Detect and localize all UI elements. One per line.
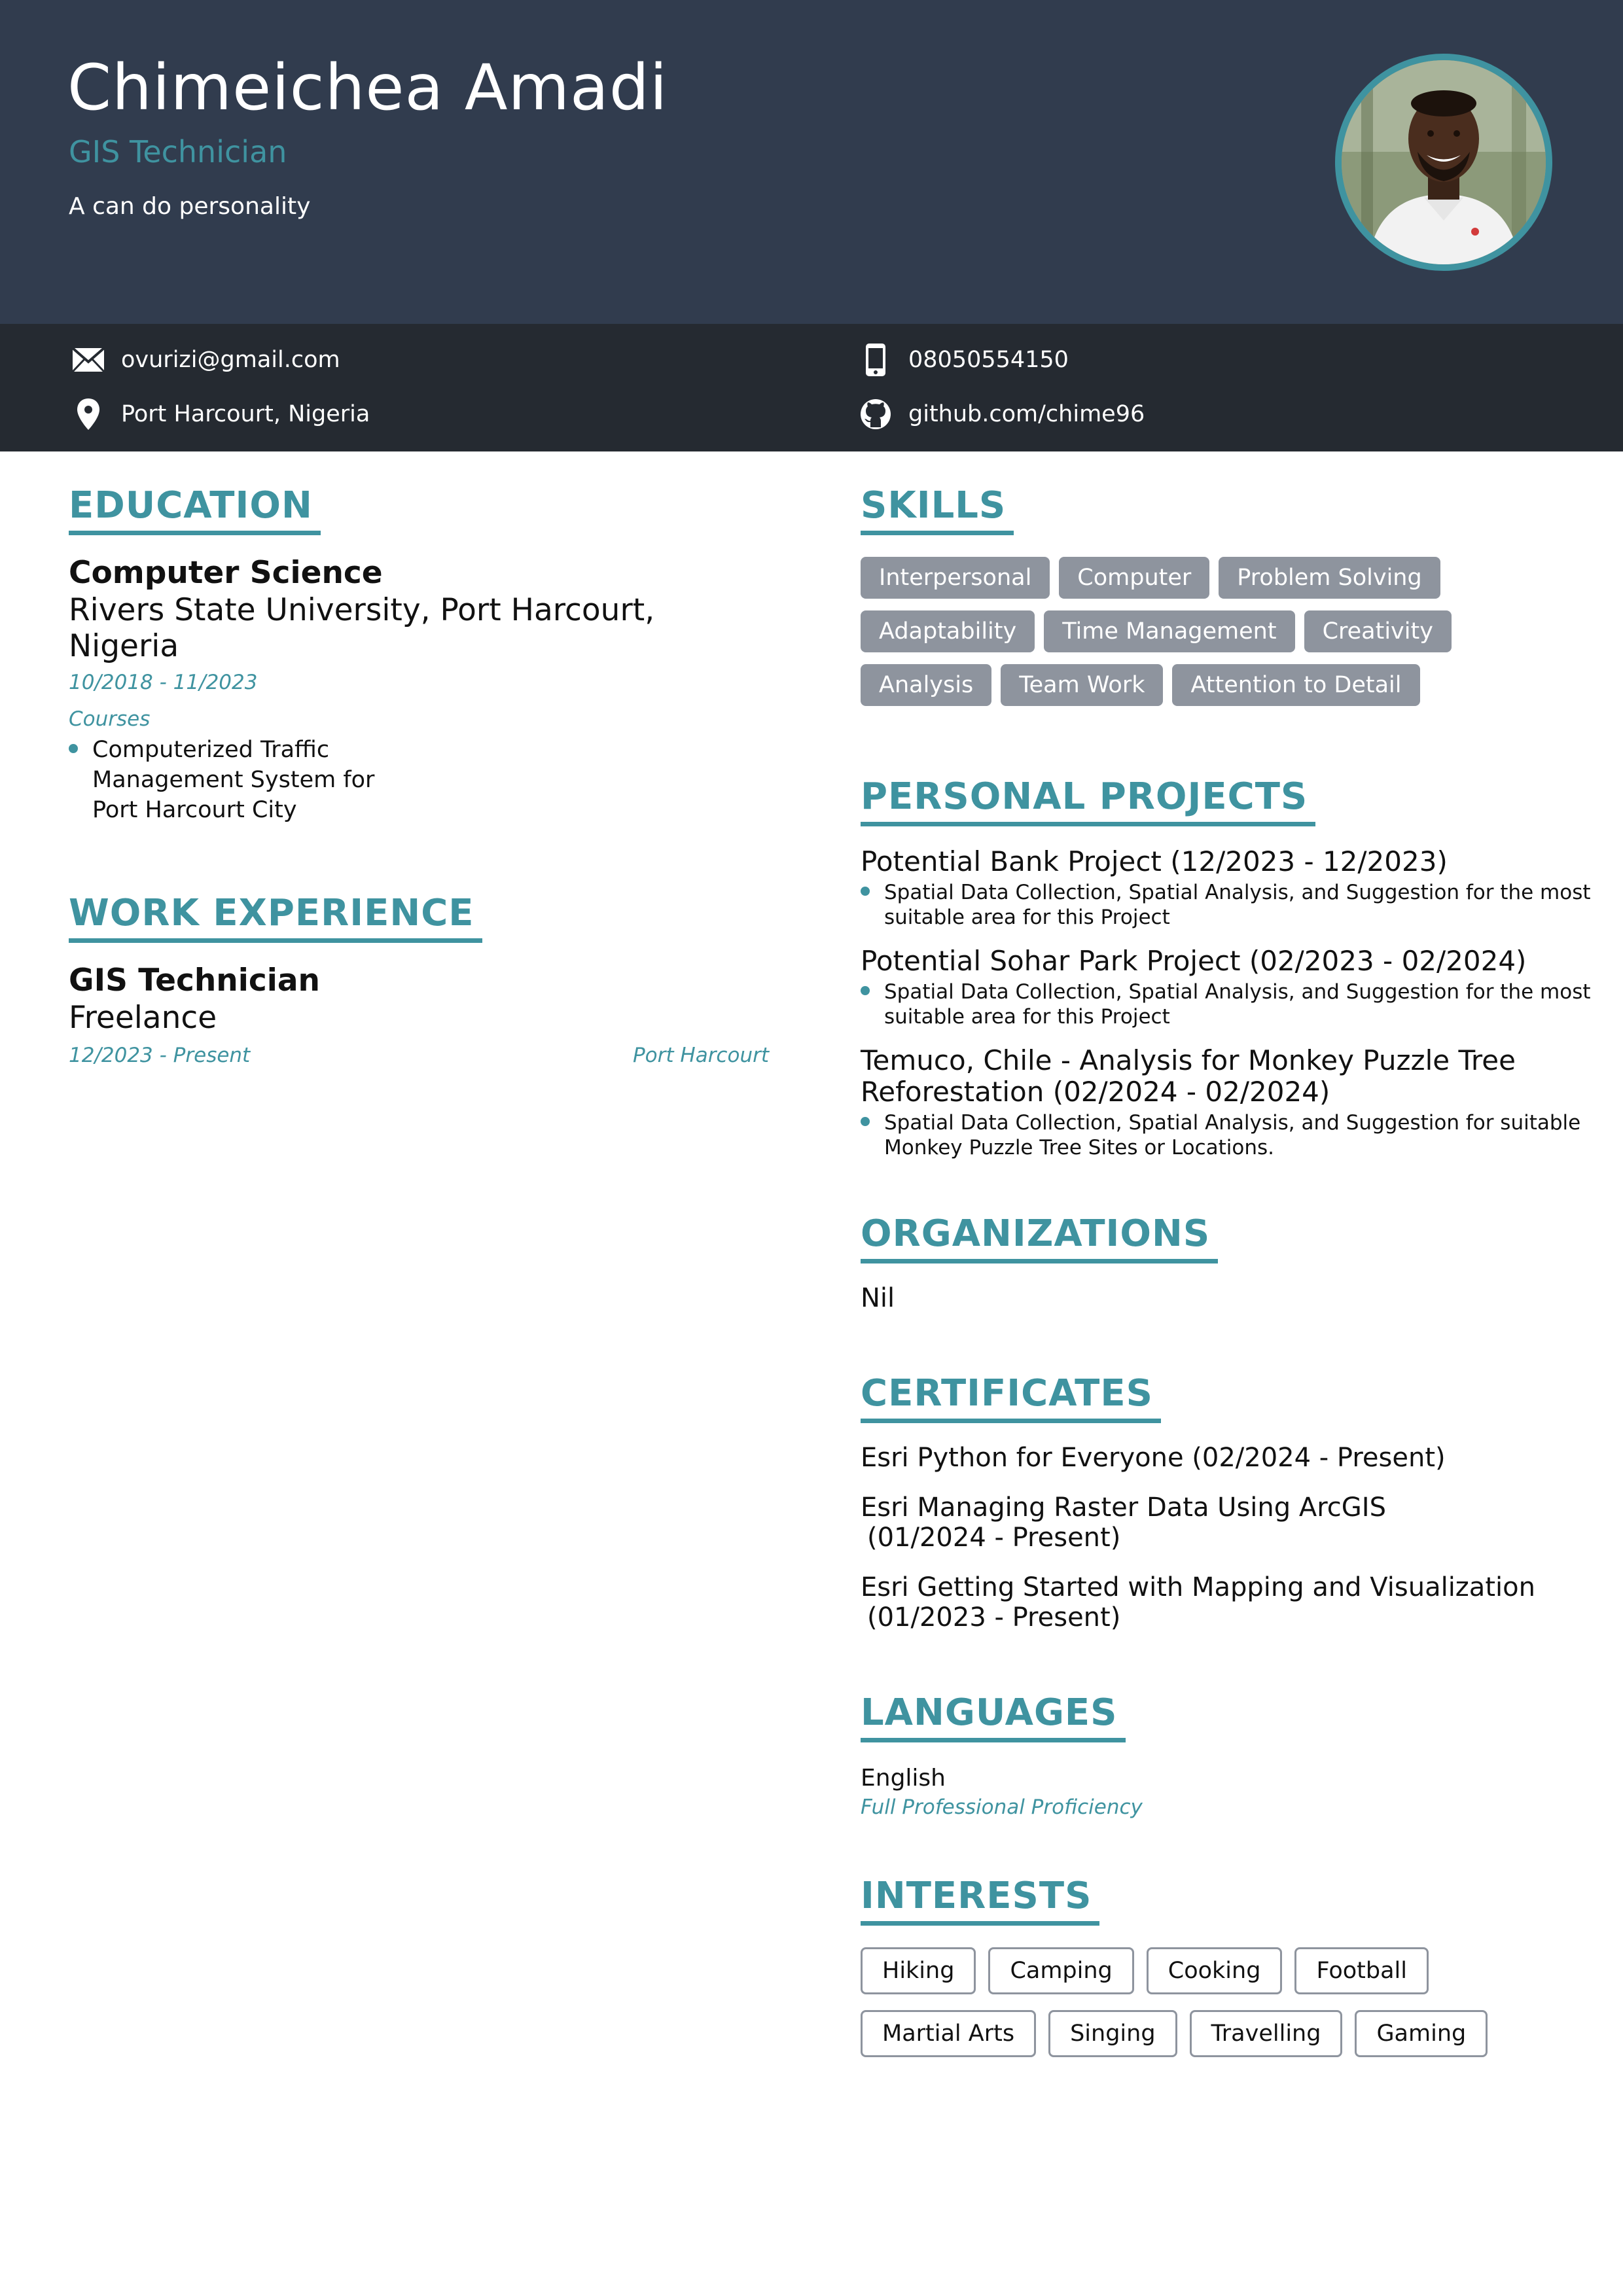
projects-heading: PERSONAL PROJECTS <box>861 775 1316 826</box>
project-title: Potential Sohar Park Project (02/2023 - … <box>861 945 1527 977</box>
skill-pill: Interpersonal <box>861 557 1050 599</box>
contact-github[interactable]: github.com/chime96 <box>856 398 1145 431</box>
skill-pill: Analysis <box>861 664 992 706</box>
contact-email[interactable]: ovurizi@gmail.com <box>69 344 340 376</box>
project-desc-row: Spatial Data Collection, Spatial Analysi… <box>861 1110 1594 1160</box>
avatar <box>1335 54 1552 271</box>
education-dates: 10/2018 - 11/2023 <box>69 671 258 694</box>
skill-pill: Attention to Detail <box>1172 664 1420 706</box>
certificate-item: Esri Getting Started with Mapping and Vi… <box>861 1572 1594 1633</box>
interests-list: Hiking Camping Cooking Football Martial Art… <box>861 1947 1594 2073</box>
organizations-section: ORGANIZATIONS Nil <box>861 1212 1594 1313</box>
interest-tag: Singing <box>1048 2010 1177 2057</box>
certificate-dates: (01/2023 - Present) <box>867 1602 1121 1633</box>
location-text: Port Harcourt, Nigeria <box>121 401 370 427</box>
certificates-heading: CERTIFICATES <box>861 1372 1161 1423</box>
certificate-line: Esri Managing Raster Data Using ArcGIS <box>861 1492 1386 1523</box>
education-degree: Computer Science <box>69 555 383 591</box>
contact-bar: ovurizi@gmail.com Port Harcourt, Nigeria… <box>0 324 1623 451</box>
phone-text: 08050554150 <box>908 347 1069 373</box>
certificate-line: Esri Python for Everyone (02/2024 - Pres… <box>861 1443 1446 1473</box>
skills-section: SKILLS Interpersonal Computer Problem Solv… <box>861 484 1594 718</box>
bullet-icon <box>861 1117 870 1126</box>
skills-heading: SKILLS <box>861 484 1014 535</box>
education-heading: EDUCATION <box>69 484 321 535</box>
work-dates: 12/2023 - Present <box>69 1044 251 1067</box>
project-desc: Spatial Data Collection, Spatial Analysi… <box>884 980 1591 1029</box>
certificate-dates: (01/2024 - Present) <box>867 1523 1121 1553</box>
skill-pill: Team Work <box>1001 664 1164 706</box>
project-item: Potential Bank Project (12/2023 - 12/202… <box>861 846 1594 930</box>
project-desc: Spatial Data Collection, Spatial Analysi… <box>884 881 1591 929</box>
work-section: WORK EXPERIENCE GIS Technician Freelance… <box>69 892 769 1067</box>
skill-pill: Adaptability <box>861 610 1035 652</box>
work-company: Freelance <box>69 1000 217 1036</box>
certificates-section: CERTIFICATES Esri Python for Everyone (0… <box>861 1372 1594 1633</box>
left-column: EDUCATION Computer Science Rivers State … <box>69 484 769 1067</box>
certificate-item: Esri Python for Everyone (02/2024 - Pres… <box>861 1443 1594 1473</box>
interest-tag: Martial Arts <box>861 2010 1037 2057</box>
certificate-line: Esri Getting Started with Mapping and Vi… <box>861 1572 1535 1602</box>
skill-pill: Creativity <box>1304 610 1452 652</box>
interest-tag: Hiking <box>861 1947 976 1994</box>
right-column: SKILLS Interpersonal Computer Problem Solv… <box>861 484 1594 2073</box>
education-section: EDUCATION Computer Science Rivers State … <box>69 484 769 825</box>
github-text[interactable]: github.com/chime96 <box>908 401 1145 427</box>
interests-heading: INTERESTS <box>861 1875 1100 1926</box>
contact-location: Port Harcourt, Nigeria <box>69 398 370 431</box>
certificate-item: Esri Managing Raster Data Using ArcGIS (… <box>861 1492 1594 1553</box>
bullet-icon <box>69 744 78 753</box>
location-pin-icon <box>69 398 108 431</box>
projects-section: PERSONAL PROJECTS Potential Bank Project… <box>861 775 1594 1160</box>
project-item: Potential Sohar Park Project (02/2023 - … <box>861 945 1594 1029</box>
envelope-icon <box>69 344 108 376</box>
project-desc-row: Spatial Data Collection, Spatial Analysi… <box>861 980 1594 1029</box>
skill-pill: Problem Solving <box>1219 557 1440 599</box>
interest-tag: Gaming <box>1355 2010 1488 2057</box>
language-name: English <box>861 1765 946 1792</box>
interest-tag: Travelling <box>1189 2010 1343 2057</box>
email-text: ovurizi@gmail.com <box>121 347 340 373</box>
bullet-icon <box>861 887 870 896</box>
work-role: GIS Technician <box>69 963 321 998</box>
organizations-heading: ORGANIZATIONS <box>861 1212 1219 1263</box>
interests-section: INTERESTS Hiking Camping Cooking Football M… <box>861 1875 1594 2073</box>
project-title: Temuco, Chile - Analysis for Monkey Puzz… <box>861 1044 1516 1108</box>
project-desc: Spatial Data Collection, Spatial Analysi… <box>884 1111 1581 1159</box>
course-text: Computerized Traffic Management System f… <box>92 737 375 823</box>
language-level: Full Professional Proficiency <box>861 1795 1143 1819</box>
phone-icon <box>856 344 895 376</box>
github-icon <box>856 398 895 431</box>
courses-label: Courses <box>69 707 151 731</box>
languages-heading: LANGUAGES <box>861 1691 1126 1742</box>
languages-section: LANGUAGES English Full Professional Prof… <box>861 1691 1594 1819</box>
education-school: Rivers State University, Port Harcourt, … <box>69 592 655 664</box>
organizations-text: Nil <box>861 1283 895 1313</box>
interest-tag: Camping <box>988 1947 1134 1994</box>
skill-pill: Computer <box>1059 557 1210 599</box>
candidate-role: GIS Technician <box>69 134 287 169</box>
skill-pill: Time Management <box>1044 610 1295 652</box>
contact-phone[interactable]: 08050554150 <box>856 344 1069 376</box>
interest-tag: Football <box>1294 1947 1429 1994</box>
project-title: Potential Bank Project (12/2023 - 12/202… <box>861 845 1448 877</box>
candidate-tagline: A can do personality <box>69 193 311 220</box>
resume-header: Chimeichea Amadi GIS Technician A can do… <box>0 0 1623 324</box>
work-heading: WORK EXPERIENCE <box>69 892 482 943</box>
work-meta: 12/2023 - Present Port Harcourt <box>69 1044 769 1067</box>
candidate-name: Chimeichea Amadi <box>67 51 668 124</box>
project-item: Temuco, Chile - Analysis for Monkey Puzz… <box>861 1045 1594 1160</box>
bullet-icon <box>861 986 870 995</box>
skills-list: Interpersonal Computer Problem Solving Ada… <box>861 557 1594 718</box>
interest-tag: Cooking <box>1146 1947 1283 1994</box>
course-item: Computerized Traffic Management System f… <box>69 735 409 825</box>
work-location: Port Harcourt <box>632 1044 769 1067</box>
project-desc-row: Spatial Data Collection, Spatial Analysi… <box>861 880 1594 930</box>
